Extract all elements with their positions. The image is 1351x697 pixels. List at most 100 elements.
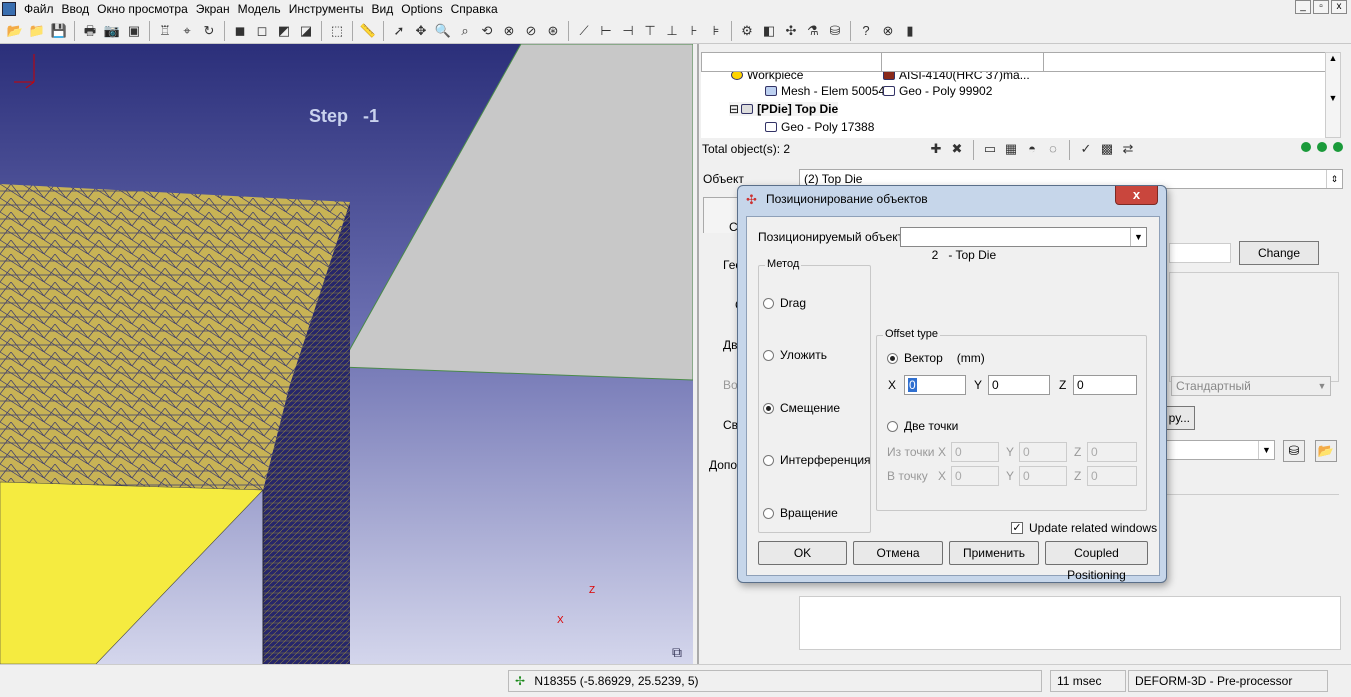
all-objects-icon[interactable]: [1333, 142, 1343, 152]
pan-icon[interactable]: ✥: [412, 22, 430, 40]
solid-display-icon[interactable]: ◓: [1023, 140, 1041, 158]
object-name-field[interactable]: [1169, 243, 1231, 263]
side-label-boundary[interactable]: Во: [723, 378, 738, 392]
viewport-resize-icon[interactable]: ⧉: [672, 644, 682, 661]
method-offset-radio[interactable]: Смещение: [763, 401, 840, 415]
update-windows-checkbox[interactable]: ✓ Update related windows: [1011, 521, 1157, 535]
exit-icon[interactable]: ▮: [901, 22, 919, 40]
database-icon[interactable]: ⛁: [826, 22, 844, 40]
wire-view-icon[interactable]: ◻: [253, 22, 271, 40]
vector-z-input[interactable]: 0: [1073, 375, 1137, 395]
vector-y-input[interactable]: 0: [988, 375, 1050, 395]
open-file-icon[interactable]: 📁: [28, 22, 46, 40]
axis-neg-y-icon[interactable]: ⊥: [663, 22, 681, 40]
tree-row-geo[interactable]: Geo - Poly 99902: [883, 84, 992, 98]
from-x-input[interactable]: 0: [951, 442, 999, 462]
material-db-icon[interactable]: ⛁: [1283, 440, 1305, 462]
camera-icon[interactable]: 📷: [103, 22, 121, 40]
menu-input[interactable]: Ввод: [58, 1, 94, 17]
zoom-box-icon[interactable]: ⌕: [456, 22, 474, 40]
coupled-positioning-button[interactable]: Coupled Positioning: [1045, 541, 1148, 582]
dialog-close-button[interactable]: x: [1115, 186, 1158, 205]
tree-col-value[interactable]: [882, 53, 1044, 71]
tree-row-die-geo[interactable]: Geo - Poly 17388: [765, 120, 874, 134]
menu-tools[interactable]: Инструменты: [285, 1, 368, 17]
close-button[interactable]: x: [1331, 0, 1347, 14]
method-interference-radio[interactable]: Интерференция: [763, 453, 871, 467]
check-icon[interactable]: ✓: [1077, 140, 1095, 158]
restore-button[interactable]: ▫: [1313, 0, 1329, 14]
spin-arrows-icon[interactable]: ⇕: [1326, 170, 1342, 188]
menu-model[interactable]: Модель: [234, 1, 285, 17]
tree-row-mesh[interactable]: Mesh - Elem 500541: [765, 84, 892, 98]
rotate-z-icon[interactable]: ⊛: [544, 22, 562, 40]
tree-row-workpiece[interactable]: Workpiece: [731, 72, 803, 82]
vector-x-input[interactable]: 0: [904, 375, 966, 395]
single-object-icon[interactable]: [1301, 142, 1311, 152]
add-object-icon[interactable]: ✚: [927, 140, 945, 158]
material-icon[interactable]: ⚙: [738, 22, 756, 40]
stop-icon[interactable]: ⊗: [879, 22, 897, 40]
shaded-view-icon[interactable]: ◩: [275, 22, 293, 40]
snapshot-icon[interactable]: ▣: [125, 22, 143, 40]
menu-view[interactable]: Вид: [368, 1, 398, 17]
open-folder-icon[interactable]: 📂: [6, 22, 24, 40]
help-cursor-icon[interactable]: ?: [857, 22, 875, 40]
mesh-gen-icon[interactable]: ⚗: [804, 22, 822, 40]
object-icon[interactable]: ⬚: [328, 22, 346, 40]
grid-icon[interactable]: ▩: [1098, 140, 1116, 158]
print-icon[interactable]: 🖶: [81, 22, 99, 40]
save-icon[interactable]: 💾: [50, 22, 68, 40]
side-label-advanced[interactable]: Допо: [709, 458, 737, 472]
cancel-button[interactable]: Отмена: [853, 541, 943, 565]
tree-row-top-die[interactable]: ⊟ [PDie] Top Die: [729, 102, 839, 116]
delete-object-icon[interactable]: ✖: [948, 140, 966, 158]
tree-col-name[interactable]: [702, 53, 882, 71]
to-y-input[interactable]: 0: [1019, 466, 1067, 486]
axis-z-icon[interactable]: ⊦: [685, 22, 703, 40]
method-drop-radio[interactable]: Уложить: [763, 348, 827, 362]
method-drag-radio[interactable]: Drag: [763, 296, 806, 310]
method-rotation-radio[interactable]: Вращение: [763, 506, 838, 520]
graphics-viewport[interactable]: Step -1 Z X ⧉: [0, 44, 693, 664]
vector-radio[interactable]: Вектор (mm): [887, 351, 985, 365]
from-z-input[interactable]: 0: [1087, 442, 1137, 462]
menu-display[interactable]: Экран: [192, 1, 234, 17]
tree-scrollbar[interactable]: ▲ ▼: [1325, 52, 1341, 138]
axis-x-icon[interactable]: ⊢: [597, 22, 615, 40]
object-type-select[interactable]: Стандартный ▼: [1171, 376, 1331, 396]
menu-file[interactable]: Файл: [20, 1, 58, 17]
rotate-x-icon[interactable]: ⊗: [500, 22, 518, 40]
axis-y-icon[interactable]: ⊤: [641, 22, 659, 40]
menu-help[interactable]: Справка: [447, 1, 502, 17]
positioned-object-select[interactable]: 2 - Top Die ▼: [900, 227, 1147, 262]
zoom-icon[interactable]: 🔍: [434, 22, 452, 40]
two-points-radio[interactable]: Две точки: [887, 419, 958, 433]
tree-row-material[interactable]: AISI-4140(HRC 37)ma...: [883, 72, 1030, 82]
rotate-icon[interactable]: ⟲: [478, 22, 496, 40]
solid-view-icon[interactable]: ◼: [231, 22, 249, 40]
multi-object-icon[interactable]: [1317, 142, 1327, 152]
position-icon[interactable]: ✣: [782, 22, 800, 40]
material-select[interactable]: ▼: [1149, 440, 1275, 460]
axis-iso-icon[interactable]: ⟋: [575, 22, 593, 40]
hidden-view-icon[interactable]: ◪: [297, 22, 315, 40]
ok-button[interactable]: OK: [758, 541, 847, 565]
axis-neg-x-icon[interactable]: ⊣: [619, 22, 637, 40]
fit-icon[interactable]: ⌖: [178, 22, 196, 40]
rotate-y-icon[interactable]: ⊘: [522, 22, 540, 40]
color-icon[interactable]: ◧: [760, 22, 778, 40]
refresh-icon[interactable]: ↻: [200, 22, 218, 40]
change-button[interactable]: Change: [1239, 241, 1319, 265]
show-object-icon[interactable]: ▭: [981, 140, 999, 158]
ruler-icon[interactable]: 📏: [359, 22, 377, 40]
menu-viewport[interactable]: Окно просмотра: [93, 1, 192, 17]
from-y-input[interactable]: 0: [1019, 442, 1067, 462]
to-x-input[interactable]: 0: [951, 466, 999, 486]
minimize-button[interactable]: _: [1295, 0, 1311, 14]
menu-options[interactable]: Options: [397, 1, 446, 17]
load-folder-icon[interactable]: 📂: [1315, 440, 1337, 462]
pointer-icon[interactable]: ➚: [390, 22, 408, 40]
axis-neg-z-icon[interactable]: ⊧: [707, 22, 725, 40]
light-icon[interactable]: ♖: [156, 22, 174, 40]
